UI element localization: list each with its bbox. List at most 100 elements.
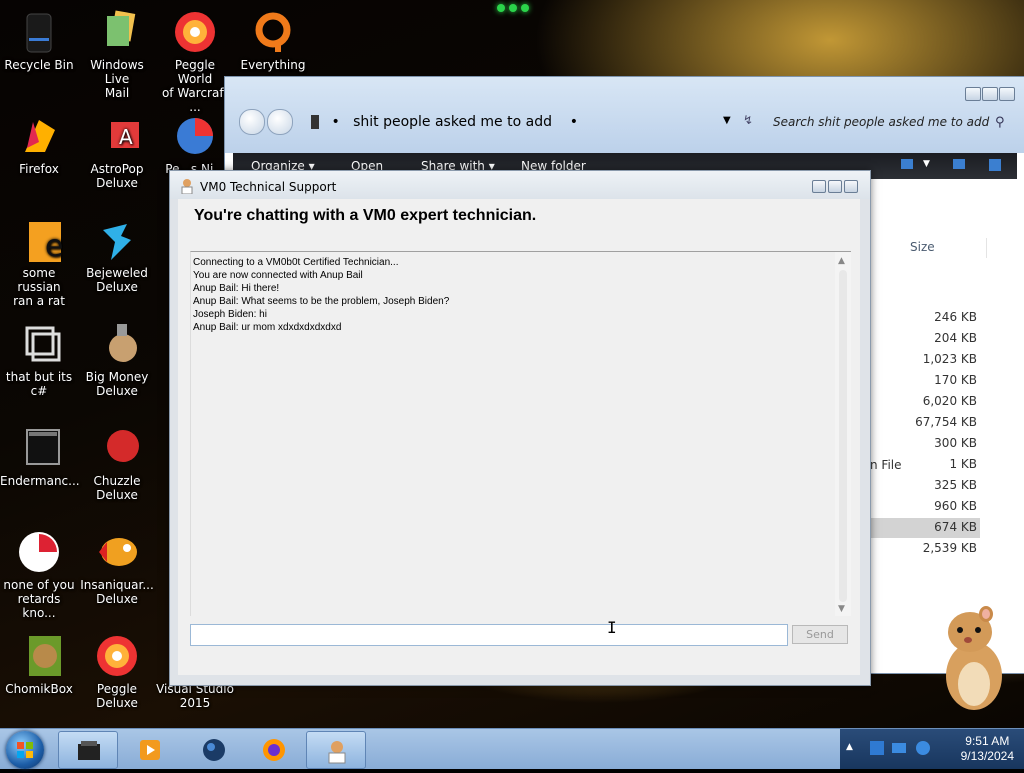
taskbar-item-browser[interactable] [184, 731, 242, 767]
message-input[interactable] [190, 624, 788, 646]
file-size-cell: 246 KB [934, 310, 977, 324]
clock-time: 9:51 AM [965, 734, 1010, 748]
desktop-icon-partial-game[interactable]: Pe...s Ni... [156, 112, 234, 176]
help-icon[interactable] [989, 159, 1001, 171]
address-bar[interactable]: • shit people asked me to add • [311, 110, 731, 134]
show-hidden-icons-icon[interactable]: ▲ [846, 742, 853, 752]
chat-message: You are now connected with Anup Bail [193, 270, 363, 281]
network-icon[interactable] [870, 741, 884, 755]
search-input[interactable]: Search shit people asked me to add [773, 110, 1009, 134]
desktop-icon-label: Visual Studio 2015 [156, 682, 234, 710]
bejeweled-icon [103, 224, 131, 260]
desktop-icon-label: Endermanc... [0, 474, 80, 488]
desktop-icon-chuzzle[interactable]: Chuzzle Deluxe [78, 424, 156, 502]
chat-message: Joseph Biden: hi [193, 309, 267, 320]
display-icon[interactable] [892, 743, 906, 753]
system-tray: ▲ 9:51 AM 9/13/2024 [840, 729, 1024, 769]
folder-icon [311, 115, 319, 129]
address-path: shit people asked me to add [353, 114, 552, 130]
desktop-icon-windows-live-mail[interactable]: Windows Live Mail [78, 8, 156, 100]
file-size-cell: 674 KB [934, 520, 977, 534]
desktop-icon-peggle-wow[interactable]: Peggle World of Warcraft ... [156, 8, 234, 114]
chat-log[interactable]: Connecting to a VM0b0t Certified Technic… [190, 251, 851, 616]
desktop-icon-insaniquarium[interactable]: Insaniquar... Deluxe [78, 528, 156, 606]
scroll-up-icon[interactable]: ▲ [838, 256, 845, 266]
chat-scrollbar[interactable]: ▲ ▼ [835, 252, 851, 616]
file-size-cell: 1 KB [949, 457, 977, 471]
desktop-icon-firefox[interactable]: Firefox [0, 112, 78, 176]
close-button[interactable] [999, 87, 1015, 101]
file-size-cell: 960 KB [934, 499, 977, 513]
desktop-icon-label: none of you retards kno... [3, 578, 75, 620]
explorer-icon [78, 741, 100, 760]
desktop-icon-label: Peggle World of Warcraft ... [161, 58, 229, 114]
address-dropdown-icon[interactable]: ▼ [723, 115, 731, 126]
desktop-icon-bejeweled[interactable]: Bejeweled Deluxe [78, 216, 156, 294]
desktop-icon-none-of-you[interactable]: none of you retards kno... [0, 528, 78, 620]
desktop-icon-recycle-bin[interactable]: Recycle Bin [0, 8, 78, 72]
technician-icon [181, 179, 193, 194]
back-button[interactable] [239, 109, 265, 135]
taskbar-item-vm0-support[interactable] [306, 731, 366, 769]
chat-message: Connecting to a VM0b0t Certified Technic… [193, 257, 399, 268]
file-size-cell: 170 KB [934, 373, 977, 387]
scroll-track[interactable] [839, 270, 847, 602]
shortcut-icon: e [29, 222, 63, 264]
view-dropdown-icon[interactable]: ▼ [923, 159, 930, 169]
desktop-icon-label: Insaniquar... Deluxe [80, 578, 154, 606]
desktop-icon-big-money[interactable]: Big Money Deluxe [78, 320, 156, 398]
file-size-cell: 1,023 KB [922, 352, 977, 366]
scroll-down-icon[interactable]: ▼ [838, 604, 845, 614]
desktop-icon-label: Bejeweled Deluxe [86, 266, 148, 294]
file-size-cell: 204 KB [934, 331, 977, 345]
desktop-icon-peggle-deluxe[interactable]: Peggle Deluxe [78, 632, 156, 710]
media-player-icon [140, 740, 160, 760]
chat-messages: Connecting to a VM0b0t Certified Technic… [193, 256, 449, 334]
bigmoney-icon [109, 324, 137, 362]
chat-titlebar[interactable]: VM0 Technical Support [170, 171, 870, 199]
hamster-desktop-pet[interactable] [938, 604, 1008, 712]
insaniquarium-icon [99, 538, 137, 566]
close-button[interactable] [844, 180, 858, 193]
chat-message: Anup Bail: Hi there! [193, 283, 280, 294]
desktop-icon-everything[interactable]: Everything [234, 8, 312, 72]
taskbar-item-media-player[interactable] [120, 731, 178, 767]
taskbar: ▲ 9:51 AM 9/13/2024 [0, 728, 1024, 769]
chomikbox-icon [29, 636, 61, 676]
start-button[interactable] [6, 731, 44, 769]
peggle-icon [97, 636, 137, 676]
desktop-icon-label: that but its c# [5, 370, 73, 398]
taskbar-item-explorer[interactable] [58, 731, 118, 769]
desktop-icon-astropop[interactable]: A AstroPop Deluxe [78, 112, 156, 190]
desktop-icon-that-but-csharp[interactable]: that but its c# [0, 320, 78, 398]
refresh-icon[interactable]: ↯ [743, 113, 753, 127]
desktop-icon-endermanc[interactable]: Endermanc... [0, 424, 80, 488]
windows-logo-icon [17, 742, 33, 758]
desktop-icon-label: Firefox [19, 162, 59, 176]
search-placeholder: Search shit people asked me to add [773, 115, 990, 129]
desktop-icon-label: Windows Live Mail [90, 58, 144, 100]
minimize-button[interactable] [812, 180, 826, 193]
minimize-button[interactable] [965, 87, 981, 101]
chat-message: Anup Bail: What seems to be the problem,… [193, 296, 450, 307]
chat-client-area: You're chatting with a VM0 expert techni… [178, 199, 860, 675]
svg-text:A: A [119, 125, 133, 149]
send-button[interactable]: Send [792, 625, 848, 644]
size-column-header[interactable]: Size [870, 238, 987, 258]
taskbar-item-firefox[interactable] [244, 731, 302, 767]
maximize-button[interactable] [828, 180, 842, 193]
search-icon[interactable]: ⚲ [995, 115, 1005, 130]
forward-button[interactable] [267, 109, 293, 135]
volume-icon[interactable] [916, 741, 930, 755]
clock[interactable]: 9:51 AM 9/13/2024 [961, 734, 1014, 764]
preview-pane-icon[interactable] [953, 159, 965, 169]
chat-window-title: VM0 Technical Support [200, 180, 337, 194]
clock-date: 9/13/2024 [960, 749, 1014, 763]
desktop-icon-chomikbox[interactable]: ChomikBox [0, 632, 78, 696]
firefox-icon [25, 120, 55, 152]
chat-window[interactable]: VM0 Technical Support You're chatting wi… [169, 170, 871, 686]
view-icon[interactable] [901, 159, 913, 169]
shortcut-icon [25, 326, 61, 362]
maximize-button[interactable] [982, 87, 998, 101]
desktop-icon-some-russian[interactable]: e some russian ran a rat [0, 216, 78, 308]
